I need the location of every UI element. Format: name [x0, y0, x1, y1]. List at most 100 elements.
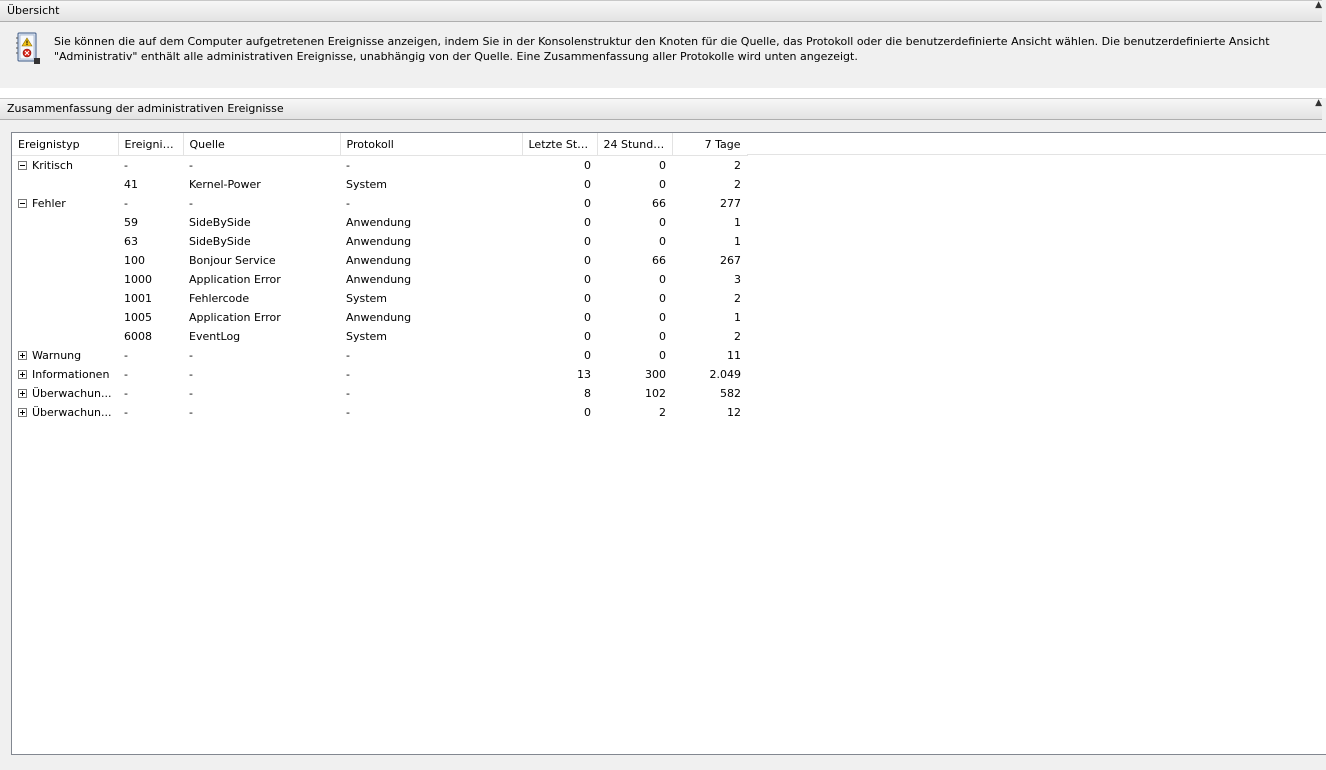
cell-source-text: - — [189, 406, 193, 419]
cell-source-text: - — [189, 368, 193, 381]
cell-event-type — [12, 289, 118, 308]
cell-log-text: - — [346, 406, 350, 419]
expand-icon[interactable] — [18, 408, 27, 417]
column-header-event-type[interactable]: Ereignistyp — [12, 133, 119, 156]
cell-event-type — [12, 213, 118, 232]
cell-log: Anwendung — [340, 308, 522, 327]
cell-7-days-text: 2 — [734, 330, 741, 343]
cell-event-id-text: 1005 — [124, 311, 152, 324]
overview-section-header[interactable]: Übersicht ▲ — [0, 0, 1322, 22]
table-row[interactable]: Überwachun... - - -0 2 12 — [12, 403, 747, 422]
cell-source: - — [183, 384, 340, 403]
cell-7-days-text: 3 — [734, 273, 741, 286]
cell-log: Anwendung — [340, 251, 522, 270]
summary-table-view[interactable]: Ereignistyp Ereignis... Quelle Protokoll… — [11, 132, 1326, 755]
cell-24-hours: 0 — [597, 308, 672, 327]
cell-event-id: - — [118, 194, 183, 213]
cell-last-hour-text: 0 — [584, 159, 591, 172]
cell-last-hour-text: 8 — [584, 387, 591, 400]
cell-source: - — [183, 403, 340, 422]
table-row[interactable]: Kritisch - - - 0 0 2 — [12, 156, 747, 176]
cell-24-hours-text: 66 — [652, 254, 666, 267]
cell-24-hours: 66 — [597, 251, 672, 270]
table-row[interactable]: Warnung - - - 0 0 11 — [12, 346, 747, 365]
cell-last-hour: 13 — [522, 365, 597, 384]
cell-7-days: 2.049 — [672, 365, 747, 384]
cell-last-hour: 0 — [522, 251, 597, 270]
table-row[interactable]: 63 SideBySide Anwendung 0 0 1 — [12, 232, 747, 251]
collapse-tree-icon[interactable] — [18, 199, 27, 208]
cell-7-days-text: 267 — [720, 254, 741, 267]
table-row[interactable]: 41 Kernel-Power System 0 0 2 — [12, 175, 747, 194]
cell-7-days: 1 — [672, 308, 747, 327]
table-row[interactable]: 100 Bonjour Service Anwendung 0 66 267 — [12, 251, 747, 270]
collapse-icon[interactable]: ▲ — [1315, 98, 1322, 108]
cell-log-text: System — [346, 178, 388, 191]
cell-log-text: Anwendung — [346, 254, 412, 267]
cell-event-type: Überwachun... — [12, 384, 118, 403]
cell-24-hours: 66 — [597, 194, 672, 213]
table-row[interactable]: Fehler - - - 0 66 277 — [12, 194, 747, 213]
cell-event-id: - — [118, 156, 183, 176]
cell-24-hours-text: 300 — [645, 368, 666, 381]
cell-log-text: - — [346, 197, 350, 210]
cell-last-hour: 0 — [522, 346, 597, 365]
cell-event-id-text: 59 — [124, 216, 138, 229]
table-row[interactable]: 1005 Application Error Anwendung 0 0 1 — [12, 308, 747, 327]
cell-7-days: 3 — [672, 270, 747, 289]
cell-event-id-text: - — [124, 349, 128, 362]
cell-event-id: 41 — [118, 175, 183, 194]
expand-icon[interactable] — [18, 351, 27, 360]
cell-log-text: Anwendung — [346, 216, 412, 229]
table-row[interactable]: 6008 EventLog System 0 0 2 — [12, 327, 747, 346]
cell-source: Application Error — [183, 308, 340, 327]
cell-last-hour-text: 0 — [584, 197, 591, 210]
column-header-source[interactable]: Quelle — [183, 133, 341, 156]
collapse-icon[interactable]: ▲ — [1315, 0, 1322, 10]
cell-event-id: 63 — [118, 232, 183, 251]
table-row[interactable]: 59 SideBySide Anwendung 0 0 1 — [12, 213, 747, 232]
cell-7-days-text: 2 — [734, 292, 741, 305]
cell-24-hours-text: 102 — [645, 387, 666, 400]
cell-event-id: 6008 — [118, 327, 183, 346]
table-row[interactable]: 1000 Application Error Anwendung 0 0 3 — [12, 270, 747, 289]
column-header-filler — [747, 133, 1326, 155]
cell-event-type: Informationen — [12, 365, 118, 384]
cell-last-hour: 0 — [522, 232, 597, 251]
cell-last-hour: 8 — [522, 384, 597, 403]
cell-7-days: 12 — [672, 403, 747, 422]
summary-table: Ereignistyp Ereignis... Quelle Protokoll… — [12, 133, 748, 422]
cell-24-hours-text: 2 — [659, 406, 666, 419]
column-header-log[interactable]: Protokoll — [340, 133, 523, 156]
cell-last-hour-text: 0 — [584, 216, 591, 229]
cell-log: System — [340, 175, 522, 194]
column-header-7-days[interactable]: 7 Tage — [672, 133, 748, 156]
column-header-24-hours[interactable]: 24 Stunden — [597, 133, 673, 156]
cell-7-days: 2 — [672, 327, 747, 346]
summary-section-header[interactable]: Zusammenfassung der administrativen Erei… — [0, 98, 1322, 120]
table-row[interactable]: 1001 Fehlercode System 0 0 2 — [12, 289, 747, 308]
cell-event-id: - — [118, 346, 183, 365]
cell-7-days: 267 — [672, 251, 747, 270]
cell-24-hours-text: 0 — [659, 178, 666, 191]
cell-24-hours-text: 0 — [659, 216, 666, 229]
column-header-last-hour[interactable]: Letzte Stu... — [522, 133, 598, 156]
expand-icon[interactable] — [18, 370, 27, 379]
cell-event-id: - — [118, 384, 183, 403]
cell-24-hours: 0 — [597, 346, 672, 365]
table-row[interactable]: Informationen - - - 13 300 2.049 — [12, 365, 747, 384]
cell-source-text: Application Error — [189, 311, 281, 324]
cell-24-hours-text: 0 — [659, 292, 666, 305]
cell-event-type — [12, 251, 118, 270]
cell-24-hours-text: 0 — [659, 311, 666, 324]
cell-log: Anwendung — [340, 213, 522, 232]
column-header-event-id[interactable]: Ereignis... — [118, 133, 184, 156]
cell-log-text: Anwendung — [346, 311, 412, 324]
cell-event-type-text: Warnung — [32, 349, 82, 362]
table-row[interactable]: Überwachun... - - -8 102 582 — [12, 384, 747, 403]
cell-last-hour-text: 0 — [584, 406, 591, 419]
cell-event-type-text: Kritisch — [32, 159, 73, 172]
cell-source-text: Kernel-Power — [189, 178, 261, 191]
expand-icon[interactable] — [18, 389, 27, 398]
collapse-tree-icon[interactable] — [18, 161, 27, 170]
